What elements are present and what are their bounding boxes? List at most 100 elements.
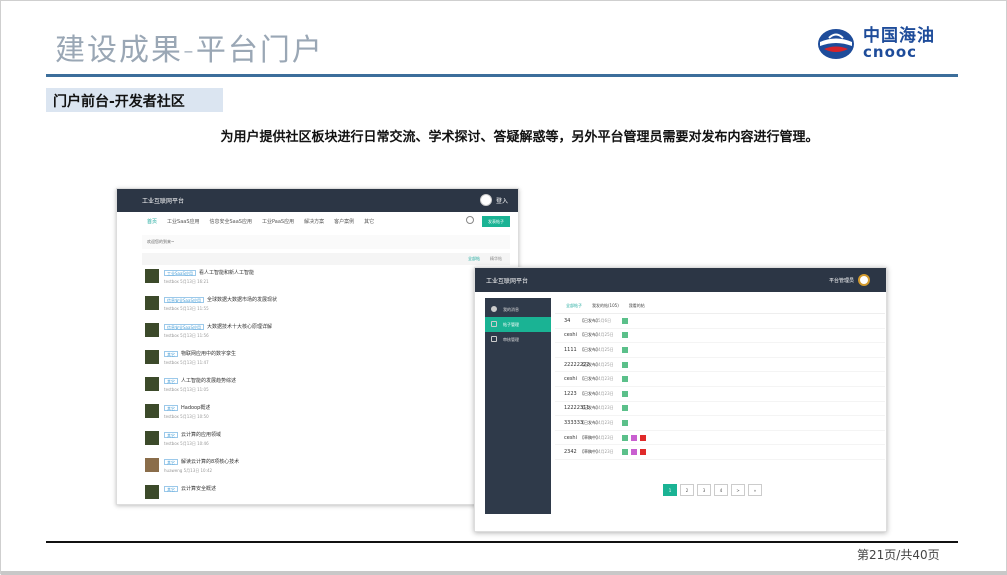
post-meta: testbox 5月13日 11:55	[164, 306, 209, 311]
sidebar-item-label: 帖子管理	[503, 322, 519, 327]
footer-divider	[46, 541, 958, 543]
post-table: 34 【已发布】 5月6日 ceshi 【已发布】 4月25日 1111 【已发布】 4月2…	[555, 314, 885, 460]
horizontal-scrollbar[interactable]	[1, 571, 1007, 575]
post-state: 【已发布】	[580, 346, 600, 352]
post-date: 4月25日	[598, 346, 614, 352]
post-date: 4月23日	[598, 449, 614, 455]
tab-all-posts[interactable]: 全部帖	[468, 256, 480, 262]
post-title[interactable]: Hadoop概述	[181, 404, 210, 411]
post-date: 4月25日	[598, 361, 614, 367]
tab-my-posts[interactable]: 我发的帖(105)	[592, 303, 619, 309]
table-row[interactable]: ceshi 【已发布】 4月25日	[555, 329, 885, 344]
nav-solutions[interactable]: 解决方案	[304, 218, 324, 225]
post-button[interactable]: 发表帖子	[482, 216, 510, 227]
list-item[interactable]: 其它 人工智能的发展趋势综述 testbox 5月13日 11:05	[142, 373, 518, 400]
tab-all-posts[interactable]: 全部帖子	[566, 303, 582, 309]
post-title[interactable]: 物联网应用中的数字孪生	[181, 350, 236, 357]
post-name: ceshi	[564, 376, 577, 383]
login-link[interactable]: 登入	[479, 194, 508, 206]
table-row[interactable]: 1111 【已发布】 4月25日	[555, 343, 885, 358]
list-item[interactable]: 信息安全SaaS应用 全球数据大数据市场的发展现状 testbox 5月13日 1…	[142, 292, 518, 319]
table-row[interactable]: 34 【已发布】 5月6日	[555, 314, 885, 329]
post-name: 12222311	[564, 405, 590, 412]
post-title[interactable]: 看人工智能和新人工智能	[199, 269, 254, 276]
search-icon[interactable]	[466, 216, 474, 224]
table-row[interactable]: 2342 【草稿中】 4月23日	[555, 445, 885, 460]
tab-featured[interactable]: 精华帖	[490, 256, 502, 262]
post-date: 4月23日	[598, 419, 614, 425]
category-badge: 工业SaaS应用	[164, 269, 196, 276]
post-state: 【已发布】	[580, 390, 600, 396]
post-avatar	[145, 269, 159, 283]
publish-button[interactable]	[631, 434, 637, 441]
post-date: 4月23日	[598, 405, 614, 411]
delete-button[interactable]	[640, 434, 646, 441]
slide-description: 为用户提供社区板块进行日常交流、学术探讨、答疑解惑等，另外平台管理员需要对发布内…	[220, 130, 819, 145]
post-title[interactable]: 大数据技术十大核心原理详解	[207, 323, 272, 330]
sidebar-item-label: 审核管理	[503, 337, 519, 342]
admin-user[interactable]: 平台管理员	[829, 274, 870, 286]
page-3-button[interactable]: 3	[697, 484, 711, 496]
nav-cases[interactable]: 客户案例	[334, 218, 354, 225]
category-badge: 其它	[164, 377, 178, 384]
pagination: 1 2 3 4 > »	[663, 484, 762, 496]
page-2-button[interactable]: 2	[680, 484, 694, 496]
publish-tag	[622, 361, 628, 368]
slide: 建设成果-平台门户 中国海油 cnooc 门户前台-开发者社区 为用户提供社区板…	[0, 0, 1007, 575]
page-1-button[interactable]: 1	[663, 484, 677, 496]
user-icon	[491, 336, 497, 342]
edit-button[interactable]	[622, 434, 628, 441]
sidebar-item-review[interactable]: 审核管理	[485, 332, 551, 347]
admin-tabs: 全部帖子 我发的帖(105) 我看的帖	[555, 298, 885, 314]
portal-app-title: 工业互联网平台	[142, 198, 185, 205]
table-row[interactable]: 22222222 【已发布】 4月25日	[555, 358, 885, 373]
nav-paas[interactable]: 工业PaaS应用	[262, 218, 294, 225]
admin-user-label: 平台管理员	[828, 277, 854, 284]
nav-security-saas[interactable]: 信息安全SaaS应用	[210, 218, 252, 225]
post-title[interactable]: 解读云计算的8项核心技术	[181, 458, 239, 465]
table-row[interactable]: 333333 【已发布】 4月23日	[555, 416, 885, 431]
nav-home[interactable]: 首页	[147, 218, 157, 225]
admin-main: 全部帖子 我发的帖(105) 我看的帖 34 【已发布】 5月6日 ceshi 【已发…	[555, 298, 885, 514]
table-row[interactable]: 1223 【已发布】 4月23日	[555, 387, 885, 402]
list-item[interactable]: 其它 云计算的应用领域 testbox 5月13日 10:46	[142, 427, 518, 454]
post-name: 34	[564, 317, 571, 324]
last-page-button[interactable]: »	[748, 484, 762, 496]
post-date: 4月23日	[598, 376, 614, 382]
category-badge: 其它	[164, 350, 178, 357]
table-row[interactable]: ceshi 【已发布】 4月23日	[555, 372, 885, 387]
edit-button[interactable]	[622, 449, 628, 456]
header-divider	[46, 74, 958, 77]
post-date: 4月25日	[598, 332, 614, 338]
page-4-button[interactable]: 4	[714, 484, 728, 496]
post-meta: testbox 5月13日 10:46	[164, 441, 209, 446]
next-page-button[interactable]: >	[731, 484, 745, 496]
publish-button[interactable]	[631, 449, 637, 456]
post-name: ceshi	[564, 332, 577, 339]
list-item[interactable]: 其它 Hadoop概述 testbox 5月13日 10:50	[142, 400, 518, 427]
post-title[interactable]: 云计算安全概述	[181, 485, 216, 492]
post-name: ceshi	[564, 434, 577, 441]
post-meta: huaweng 5月13日 10:42	[164, 468, 213, 473]
nav-other[interactable]: 其它	[364, 218, 374, 225]
sidebar-item-posts[interactable]: 帖子管理	[485, 317, 551, 332]
list-item[interactable]: 信息安全SaaS应用 大数据技术十大核心原理详解 testbox 5月13日 11…	[142, 319, 518, 346]
category-badge: 其它	[164, 458, 178, 465]
nav-saas[interactable]: 工业SaaS应用	[167, 218, 199, 225]
delete-button[interactable]	[640, 449, 646, 456]
page-number: 第21页/共40页	[857, 548, 940, 562]
list-item[interactable]: 其它 云计算安全概述	[142, 481, 518, 504]
tab-viewed-posts[interactable]: 我看的帖	[629, 303, 645, 309]
post-title[interactable]: 云计算的应用领域	[181, 431, 221, 438]
sidebar-item-messages[interactable]: 我的消息	[485, 302, 551, 317]
table-row[interactable]: 12222311 【已发布】 4月23日	[555, 402, 885, 417]
post-title[interactable]: 人工智能的发展趋势综述	[181, 377, 236, 384]
publish-tag	[622, 346, 628, 353]
post-title[interactable]: 全球数据大数据市场的发展现状	[207, 296, 277, 303]
list-item[interactable]: 其它 物联网应用中的数字孪生 testbox 5月13日 11:47	[142, 346, 518, 373]
list-item[interactable]: 工业SaaS应用 看人工智能和新人工智能 testbox 5月13日 16:21	[142, 265, 518, 292]
post-state: 【草稿中】	[580, 434, 600, 440]
table-row[interactable]: ceshi 【草稿中】 4月23日	[555, 431, 885, 446]
admin-sidebar: 我的消息 帖子管理 审核管理	[485, 298, 551, 514]
list-item[interactable]: 其它 解读云计算的8项核心技术 huaweng 5月13日 10:42	[142, 454, 518, 481]
